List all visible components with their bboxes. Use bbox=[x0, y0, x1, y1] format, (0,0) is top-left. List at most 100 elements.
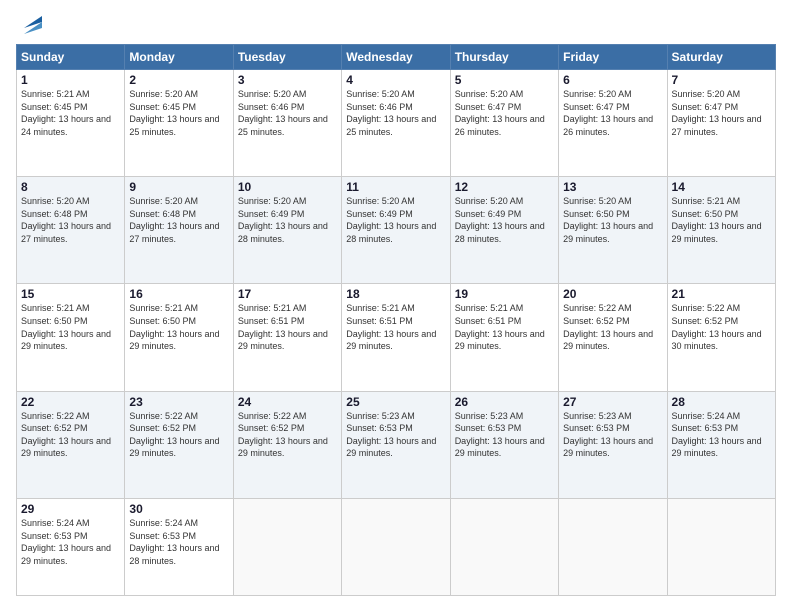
day-number: 8 bbox=[21, 180, 120, 194]
calendar-cell: 28Sunrise: 5:24 AMSunset: 6:53 PMDayligh… bbox=[667, 391, 775, 498]
calendar-cell: 13Sunrise: 5:20 AMSunset: 6:50 PMDayligh… bbox=[559, 177, 667, 284]
day-info: Sunrise: 5:20 AMSunset: 6:45 PMDaylight:… bbox=[129, 88, 228, 138]
day-info: Sunrise: 5:20 AMSunset: 6:49 PMDaylight:… bbox=[238, 195, 337, 245]
calendar-cell: 20Sunrise: 5:22 AMSunset: 6:52 PMDayligh… bbox=[559, 284, 667, 391]
day-info: Sunrise: 5:20 AMSunset: 6:46 PMDaylight:… bbox=[238, 88, 337, 138]
calendar-cell: 19Sunrise: 5:21 AMSunset: 6:51 PMDayligh… bbox=[450, 284, 558, 391]
calendar-cell bbox=[233, 498, 341, 595]
calendar-cell: 29Sunrise: 5:24 AMSunset: 6:53 PMDayligh… bbox=[17, 498, 125, 595]
day-info: Sunrise: 5:21 AMSunset: 6:51 PMDaylight:… bbox=[455, 302, 554, 352]
calendar-cell: 11Sunrise: 5:20 AMSunset: 6:49 PMDayligh… bbox=[342, 177, 450, 284]
calendar-cell: 25Sunrise: 5:23 AMSunset: 6:53 PMDayligh… bbox=[342, 391, 450, 498]
day-info: Sunrise: 5:20 AMSunset: 6:47 PMDaylight:… bbox=[672, 88, 771, 138]
calendar-cell: 18Sunrise: 5:21 AMSunset: 6:51 PMDayligh… bbox=[342, 284, 450, 391]
day-info: Sunrise: 5:22 AMSunset: 6:52 PMDaylight:… bbox=[21, 410, 120, 460]
day-info: Sunrise: 5:21 AMSunset: 6:50 PMDaylight:… bbox=[21, 302, 120, 352]
calendar-cell: 30Sunrise: 5:24 AMSunset: 6:53 PMDayligh… bbox=[125, 498, 233, 595]
day-number: 2 bbox=[129, 73, 228, 87]
day-info: Sunrise: 5:20 AMSunset: 6:46 PMDaylight:… bbox=[346, 88, 445, 138]
calendar-cell: 9Sunrise: 5:20 AMSunset: 6:48 PMDaylight… bbox=[125, 177, 233, 284]
day-number: 9 bbox=[129, 180, 228, 194]
weekday-header: Friday bbox=[559, 45, 667, 70]
calendar-cell: 8Sunrise: 5:20 AMSunset: 6:48 PMDaylight… bbox=[17, 177, 125, 284]
weekday-header: Tuesday bbox=[233, 45, 341, 70]
day-number: 22 bbox=[21, 395, 120, 409]
calendar-cell: 24Sunrise: 5:22 AMSunset: 6:52 PMDayligh… bbox=[233, 391, 341, 498]
day-info: Sunrise: 5:22 AMSunset: 6:52 PMDaylight:… bbox=[563, 302, 662, 352]
weekday-header: Monday bbox=[125, 45, 233, 70]
day-number: 26 bbox=[455, 395, 554, 409]
day-number: 7 bbox=[672, 73, 771, 87]
calendar-cell: 6Sunrise: 5:20 AMSunset: 6:47 PMDaylight… bbox=[559, 70, 667, 177]
calendar-cell: 7Sunrise: 5:20 AMSunset: 6:47 PMDaylight… bbox=[667, 70, 775, 177]
day-info: Sunrise: 5:21 AMSunset: 6:51 PMDaylight:… bbox=[238, 302, 337, 352]
day-info: Sunrise: 5:20 AMSunset: 6:47 PMDaylight:… bbox=[563, 88, 662, 138]
calendar-header-row: SundayMondayTuesdayWednesdayThursdayFrid… bbox=[17, 45, 776, 70]
day-info: Sunrise: 5:20 AMSunset: 6:47 PMDaylight:… bbox=[455, 88, 554, 138]
day-number: 18 bbox=[346, 287, 445, 301]
day-number: 20 bbox=[563, 287, 662, 301]
calendar-cell bbox=[559, 498, 667, 595]
page: SundayMondayTuesdayWednesdayThursdayFrid… bbox=[0, 0, 792, 612]
weekday-header: Thursday bbox=[450, 45, 558, 70]
calendar-cell: 10Sunrise: 5:20 AMSunset: 6:49 PMDayligh… bbox=[233, 177, 341, 284]
calendar-cell: 27Sunrise: 5:23 AMSunset: 6:53 PMDayligh… bbox=[559, 391, 667, 498]
day-number: 4 bbox=[346, 73, 445, 87]
day-number: 13 bbox=[563, 180, 662, 194]
day-number: 10 bbox=[238, 180, 337, 194]
day-number: 14 bbox=[672, 180, 771, 194]
calendar-cell: 26Sunrise: 5:23 AMSunset: 6:53 PMDayligh… bbox=[450, 391, 558, 498]
calendar-cell: 2Sunrise: 5:20 AMSunset: 6:45 PMDaylight… bbox=[125, 70, 233, 177]
calendar-cell: 14Sunrise: 5:21 AMSunset: 6:50 PMDayligh… bbox=[667, 177, 775, 284]
day-number: 5 bbox=[455, 73, 554, 87]
day-info: Sunrise: 5:22 AMSunset: 6:52 PMDaylight:… bbox=[238, 410, 337, 460]
day-info: Sunrise: 5:23 AMSunset: 6:53 PMDaylight:… bbox=[563, 410, 662, 460]
day-info: Sunrise: 5:22 AMSunset: 6:52 PMDaylight:… bbox=[672, 302, 771, 352]
day-number: 23 bbox=[129, 395, 228, 409]
day-info: Sunrise: 5:23 AMSunset: 6:53 PMDaylight:… bbox=[455, 410, 554, 460]
day-number: 1 bbox=[21, 73, 120, 87]
logo-icon bbox=[20, 16, 42, 34]
day-number: 15 bbox=[21, 287, 120, 301]
calendar-cell: 4Sunrise: 5:20 AMSunset: 6:46 PMDaylight… bbox=[342, 70, 450, 177]
calendar-cell: 23Sunrise: 5:22 AMSunset: 6:52 PMDayligh… bbox=[125, 391, 233, 498]
day-number: 12 bbox=[455, 180, 554, 194]
calendar-cell: 3Sunrise: 5:20 AMSunset: 6:46 PMDaylight… bbox=[233, 70, 341, 177]
day-number: 30 bbox=[129, 502, 228, 516]
day-info: Sunrise: 5:22 AMSunset: 6:52 PMDaylight:… bbox=[129, 410, 228, 460]
calendar-cell: 16Sunrise: 5:21 AMSunset: 6:50 PMDayligh… bbox=[125, 284, 233, 391]
header bbox=[16, 16, 776, 34]
weekday-header: Sunday bbox=[17, 45, 125, 70]
day-info: Sunrise: 5:20 AMSunset: 6:48 PMDaylight:… bbox=[129, 195, 228, 245]
calendar-cell: 21Sunrise: 5:22 AMSunset: 6:52 PMDayligh… bbox=[667, 284, 775, 391]
day-info: Sunrise: 5:24 AMSunset: 6:53 PMDaylight:… bbox=[21, 517, 120, 567]
day-number: 28 bbox=[672, 395, 771, 409]
day-info: Sunrise: 5:24 AMSunset: 6:53 PMDaylight:… bbox=[129, 517, 228, 567]
calendar-cell bbox=[667, 498, 775, 595]
day-number: 3 bbox=[238, 73, 337, 87]
logo bbox=[16, 16, 42, 34]
weekday-header: Saturday bbox=[667, 45, 775, 70]
day-info: Sunrise: 5:21 AMSunset: 6:50 PMDaylight:… bbox=[672, 195, 771, 245]
day-info: Sunrise: 5:24 AMSunset: 6:53 PMDaylight:… bbox=[672, 410, 771, 460]
calendar-cell: 5Sunrise: 5:20 AMSunset: 6:47 PMDaylight… bbox=[450, 70, 558, 177]
day-info: Sunrise: 5:23 AMSunset: 6:53 PMDaylight:… bbox=[346, 410, 445, 460]
calendar-cell: 22Sunrise: 5:22 AMSunset: 6:52 PMDayligh… bbox=[17, 391, 125, 498]
calendar-cell: 1Sunrise: 5:21 AMSunset: 6:45 PMDaylight… bbox=[17, 70, 125, 177]
day-number: 16 bbox=[129, 287, 228, 301]
day-info: Sunrise: 5:21 AMSunset: 6:45 PMDaylight:… bbox=[21, 88, 120, 138]
calendar-cell bbox=[450, 498, 558, 595]
calendar-cell: 17Sunrise: 5:21 AMSunset: 6:51 PMDayligh… bbox=[233, 284, 341, 391]
day-number: 29 bbox=[21, 502, 120, 516]
day-number: 27 bbox=[563, 395, 662, 409]
day-number: 25 bbox=[346, 395, 445, 409]
calendar-table: SundayMondayTuesdayWednesdayThursdayFrid… bbox=[16, 44, 776, 596]
day-number: 19 bbox=[455, 287, 554, 301]
calendar-cell: 15Sunrise: 5:21 AMSunset: 6:50 PMDayligh… bbox=[17, 284, 125, 391]
day-number: 21 bbox=[672, 287, 771, 301]
day-number: 24 bbox=[238, 395, 337, 409]
day-info: Sunrise: 5:21 AMSunset: 6:51 PMDaylight:… bbox=[346, 302, 445, 352]
day-number: 17 bbox=[238, 287, 337, 301]
day-info: Sunrise: 5:20 AMSunset: 6:49 PMDaylight:… bbox=[455, 195, 554, 245]
day-info: Sunrise: 5:20 AMSunset: 6:50 PMDaylight:… bbox=[563, 195, 662, 245]
